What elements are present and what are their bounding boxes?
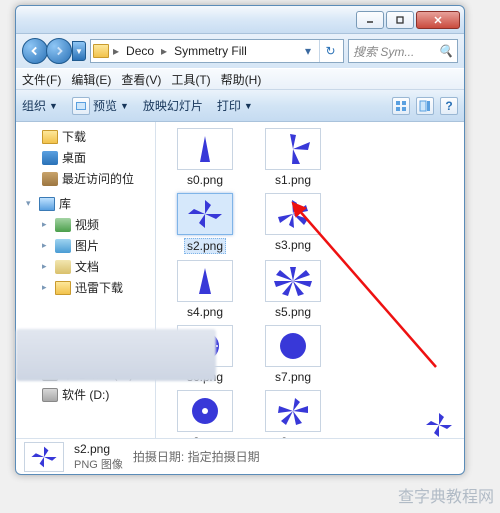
redaction-overlay [16,329,216,381]
folder-icon [93,44,109,58]
menu-tools[interactable]: 工具(T) [171,71,210,88]
preview-button[interactable]: 预览▼ [72,97,129,115]
file-item[interactable]: s9.png [258,390,328,438]
nav-history-dropdown[interactable]: ▼ [72,41,86,61]
video-icon [55,218,71,232]
breadcrumb-deco[interactable]: Deco [123,42,157,60]
drive-icon [42,388,58,402]
file-label: s2.png [184,238,226,254]
content-area: 下载 桌面 最近访问的位 ▾库 ▸视频 ▸图片 ▸文档 ▸迅雷下载 ▾计算机 本… [16,122,464,438]
crumb-sep-icon: ▸ [113,44,119,58]
help-button[interactable]: ? [440,97,458,115]
folder-icon [55,281,71,295]
file-label: s1.png [275,173,311,187]
file-label: s5.png [275,305,311,319]
file-item[interactable]: s7.png [258,325,328,384]
command-bar: 组织▼ 预览▼ 放映幻灯片 打印▼ ? [16,90,464,122]
tree-video[interactable]: ▸视频 [16,214,155,235]
documents-icon [55,260,71,274]
file-label: s0.png [187,173,223,187]
file-item[interactable]: s5.png [258,260,328,319]
file-label: s9.png [275,435,311,438]
explorer-window: ▼ ▸ Deco ▸ Symmetry Fill ▾ ↻ 搜索 Sym... 🔍… [15,5,465,475]
organize-button[interactable]: 组织▼ [22,97,58,114]
details-filename: s2.png [74,442,123,456]
preview-icon [72,97,90,115]
crumb-sep-icon: ▸ [161,44,167,58]
details-filename-block: s2.png PNG 图像 [74,442,123,472]
search-placeholder: 搜索 Sym... [353,43,414,60]
file-item[interactable]: s0.png [170,128,240,187]
tree-thunder[interactable]: ▸迅雷下载 [16,277,155,298]
tree-recent[interactable]: 最近访问的位 [16,168,155,189]
expand-icon[interactable]: ▸ [42,240,51,251]
details-date: 拍摄日期: 指定拍摄日期 [133,448,260,465]
tree-downloads[interactable]: 下载 [16,126,155,147]
desktop-icon [42,151,58,165]
expand-icon[interactable]: ▸ [42,282,51,293]
search-icon: 🔍 [438,44,453,58]
back-button[interactable] [22,38,48,64]
details-filetype: PNG 图像 [74,456,123,472]
address-dropdown-icon[interactable]: ▾ [301,44,315,58]
title-bar [16,6,464,34]
navigation-tree: 下载 桌面 最近访问的位 ▾库 ▸视频 ▸图片 ▸文档 ▸迅雷下载 ▾计算机 本… [16,122,156,438]
preview-pane-button[interactable] [416,97,434,115]
expand-icon[interactable]: ▾ [26,198,35,209]
minimize-button[interactable] [356,11,384,29]
library-icon [39,197,55,211]
print-button[interactable]: 打印▼ [217,97,253,114]
expand-icon[interactable]: ▸ [42,261,51,272]
address-row: ▼ ▸ Deco ▸ Symmetry Fill ▾ ↻ 搜索 Sym... 🔍 [16,34,464,68]
address-bar[interactable]: ▸ Deco ▸ Symmetry Fill ▾ ↻ [90,39,344,63]
file-item[interactable]: s4.png [170,260,240,319]
tree-library[interactable]: ▾库 [16,193,155,214]
nav-buttons: ▼ [22,38,86,64]
tree-desktop[interactable]: 桌面 [16,147,155,168]
tree-pictures[interactable]: ▸图片 [16,235,155,256]
file-item-selected[interactable]: s2.png [170,193,240,254]
refresh-button[interactable]: ↻ [319,40,341,62]
menu-bar: 文件(F) 编辑(E) 查看(V) 工具(T) 帮助(H) [16,68,464,90]
tree-drive-d[interactable]: 软件 (D:) [16,384,155,405]
pictures-icon [55,239,71,253]
file-label: s8.png [187,435,223,438]
file-label: s4.png [187,305,223,319]
breadcrumb-symmetry-fill[interactable]: Symmetry Fill [171,42,250,60]
file-label: s7.png [275,370,311,384]
view-options-button[interactable] [392,97,410,115]
tree-documents[interactable]: ▸文档 [16,256,155,277]
menu-view[interactable]: 查看(V) [121,71,161,88]
maximize-button[interactable] [386,11,414,29]
details-pane: s2.png PNG 图像 拍摄日期: 指定拍摄日期 [16,438,464,474]
file-label: s3.png [275,238,311,252]
search-input[interactable]: 搜索 Sym... 🔍 [348,39,458,63]
recent-icon [42,172,58,186]
file-item[interactable]: s1.png [258,128,328,187]
forward-button[interactable] [46,38,72,64]
preview-pane-thumb [422,408,456,438]
details-thumbnail [24,442,64,472]
close-button[interactable] [416,11,460,29]
watermark: 查字典教程网 [398,483,494,507]
menu-file[interactable]: 文件(F) [22,71,61,88]
menu-help[interactable]: 帮助(H) [221,71,262,88]
menu-edit[interactable]: 编辑(E) [71,71,111,88]
file-item[interactable]: s3.png [258,193,328,254]
file-item[interactable]: s8.png [170,390,240,438]
downloads-icon [42,130,58,144]
file-grid[interactable]: s0.png s1.png s2.png s3.png [156,122,464,438]
expand-icon[interactable]: ▸ [42,219,51,230]
slideshow-button[interactable]: 放映幻灯片 [143,97,203,114]
